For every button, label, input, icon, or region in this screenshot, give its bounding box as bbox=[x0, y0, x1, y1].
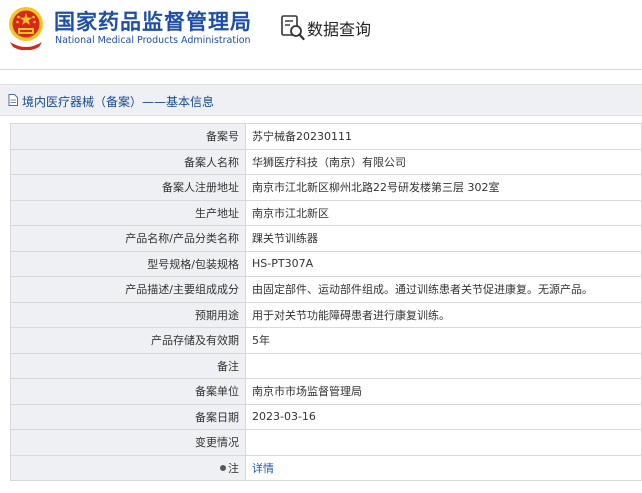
page-title: 数据查询 bbox=[307, 20, 372, 39]
table-row: 预期用途 用于对关节功能障碍患者进行康复训练。 bbox=[10, 301, 642, 328]
table-row: 备案号 苏宁械备20230111 bbox=[10, 123, 642, 150]
field-value: 南京市市场监督管理局 bbox=[245, 378, 642, 405]
field-label: 产品名称/产品分类名称 bbox=[10, 225, 246, 252]
agency-name-cn: 国家药品监督管理局 bbox=[54, 10, 252, 34]
field-label: 备案单位 bbox=[10, 378, 246, 405]
table-row: 备案日期 2023-03-16 bbox=[10, 403, 642, 430]
agency-name-en: National Medical Products Administration bbox=[55, 35, 251, 46]
table-row: 生产地址 南京市江北新区 bbox=[10, 199, 642, 226]
field-value: 用于对关节功能障碍患者进行康复训练。 bbox=[245, 301, 642, 328]
field-label: 备注 bbox=[10, 352, 246, 379]
site-header: 国家药品监督管理局 National Medical Products Admi… bbox=[0, 0, 642, 62]
details-link[interactable]: 详情 bbox=[252, 462, 274, 475]
field-value bbox=[245, 352, 642, 379]
table-row: 变更情况 bbox=[10, 429, 642, 456]
field-value: 华狮医疗科技（南京）有限公司 bbox=[245, 148, 642, 175]
field-label: 备案日期 bbox=[10, 403, 246, 430]
note-label-text: 注 bbox=[228, 461, 239, 475]
field-value: 南京市江北新区柳州北路22号研发楼第三层 302室 bbox=[245, 174, 642, 201]
table-row: 产品名称/产品分类名称 踝关节训练器 bbox=[10, 225, 642, 252]
field-label: 预期用途 bbox=[10, 301, 246, 328]
field-label: 备案号 bbox=[10, 123, 246, 150]
table-row: 备案人注册地址 南京市江北新区柳州北路22号研发楼第三层 302室 bbox=[10, 174, 642, 201]
field-value bbox=[245, 429, 642, 456]
field-label: 生产地址 bbox=[10, 199, 246, 226]
table-row: 产品存储及有效期 5年 bbox=[10, 327, 642, 354]
table-row: 产品描述/主要组成成分 由固定部件、运动部件组成。通过训练患者关节促进康复。无源产… bbox=[10, 276, 642, 303]
breadcrumb-bar: 境内医疗器械（备案）——基本信息 bbox=[0, 84, 642, 116]
field-value-note: 详情 bbox=[245, 454, 642, 481]
field-value: 南京市江北新区 bbox=[245, 199, 642, 226]
table-row: 备案单位 南京市市场监督管理局 bbox=[10, 378, 642, 405]
table-row: 备注 bbox=[10, 352, 642, 379]
field-label: 备案人注册地址 bbox=[10, 174, 246, 201]
document-search-icon bbox=[281, 15, 305, 41]
field-label-note: 注 bbox=[10, 454, 246, 481]
table-row: 备案人名称 华狮医疗科技（南京）有限公司 bbox=[10, 148, 642, 175]
record-detail-table: 备案号 苏宁械备20230111 备案人名称 华狮医疗科技（南京）有限公司 备案人注册地… bbox=[10, 123, 642, 481]
table-row: 型号规格/包装规格 HS-PT307A bbox=[10, 250, 642, 277]
field-label: 产品描述/主要组成成分 bbox=[10, 276, 246, 303]
field-label: 产品存储及有效期 bbox=[10, 327, 246, 354]
header-divider bbox=[0, 69, 642, 70]
document-icon bbox=[8, 94, 18, 106]
field-value: 2023-03-16 bbox=[245, 403, 642, 430]
dot-icon bbox=[220, 464, 226, 471]
national-emblem-icon bbox=[9, 7, 43, 50]
field-label: 变更情况 bbox=[10, 429, 246, 456]
field-value: HS-PT307A bbox=[245, 250, 642, 277]
table-row-note: 注详情 bbox=[10, 454, 642, 481]
field-value: 由固定部件、运动部件组成。通过训练患者关节促进康复。无源产品。 bbox=[245, 276, 642, 303]
field-value: 苏宁械备20230111 bbox=[245, 123, 642, 150]
field-label: 型号规格/包装规格 bbox=[10, 250, 246, 277]
field-value: 踝关节训练器 bbox=[245, 225, 642, 252]
field-value: 5年 bbox=[245, 327, 642, 354]
breadcrumb: 境内医疗器械（备案）——基本信息 bbox=[22, 95, 215, 109]
field-label: 备案人名称 bbox=[10, 148, 246, 175]
